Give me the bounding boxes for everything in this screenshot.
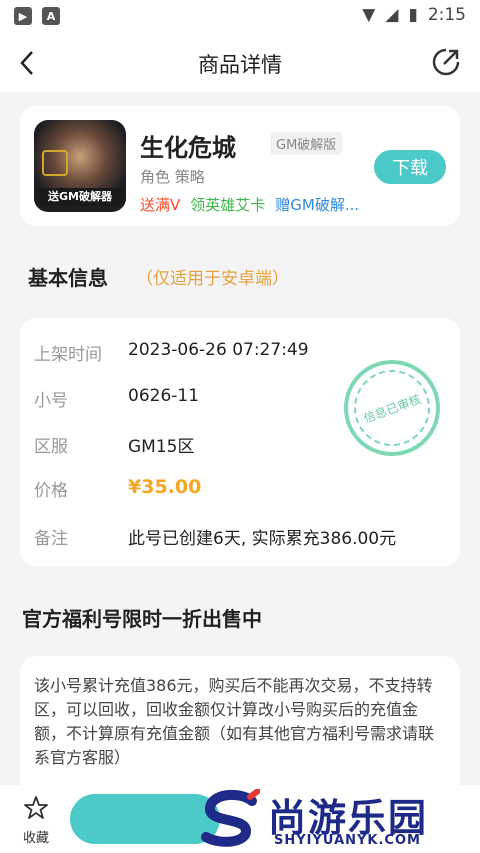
status-bar: ▶ A ▼ ◢ ▮ 2:15 [0, 0, 480, 34]
wifi-icon: ▼ [362, 5, 376, 25]
info-label: 价格 [34, 481, 68, 501]
favorite-button[interactable]: 收藏 [16, 795, 56, 846]
perk-item: 领英雄艾卡 [190, 196, 266, 214]
perk-list: 送满V 领英雄艾卡 赠GM破解... [140, 194, 359, 215]
perk-item: 送满V [140, 196, 181, 214]
info-value: 此号已创建6天, 实际累充386.00元 [128, 529, 397, 549]
game-icon: 送GM破解器 [34, 120, 126, 212]
game-genre: 角色 策略 [140, 168, 205, 186]
favorite-label: 收藏 [22, 831, 49, 846]
info-card: 上架时间 2023-06-26 07:27:49 小号 0626-11 区服 G… [20, 318, 460, 566]
bottom-bar: 收藏 尚游乐园 SHYIYUANYK.COM [0, 785, 480, 853]
perk-item: 赠GM破解... [275, 196, 360, 214]
watermark: 尚游乐园 SHYIYUANYK.COM [200, 785, 480, 853]
shield-icon: ▶ [14, 7, 32, 25]
basic-info-subtitle: （仅适用于安卓端） [136, 269, 289, 289]
price-value: ¥35.00 [128, 476, 202, 498]
watermark-url: SHYIYUANYK.COM [274, 833, 421, 848]
description-text: 该小号累计充值386元，购买后不能再次交易，不支持转区，可以回收，回收金额仅计算… [34, 676, 435, 767]
info-label: 区服 [34, 437, 68, 457]
game-card[interactable]: 送GM破解器 生化危城 GM破解版 角色 策略 送满V 领英雄艾卡 赠GM破解.… [20, 106, 460, 226]
verified-stamp: 信息已审核 [343, 359, 441, 457]
signal-icon: ◢ [385, 5, 399, 25]
info-label: 上架时间 [34, 345, 102, 365]
welfare-title: 官方福利号限时一折出售中 [22, 607, 262, 631]
basic-info-title: 基本信息 [28, 266, 108, 290]
info-label: 小号 [34, 391, 68, 411]
description-card: 该小号累计充值386元，购买后不能再次交易，不支持转区，可以回收，回收金额仅计算… [20, 656, 460, 796]
status-time: 2:15 [427, 5, 466, 25]
info-value: GM15区 [128, 437, 195, 457]
star-icon [24, 796, 48, 819]
download-button[interactable]: 下载 [374, 150, 446, 184]
page-title: 商品详情 [198, 53, 282, 77]
game-tag: GM破解版 [270, 132, 343, 155]
game-icon-banner: 送GM破解器 [34, 188, 126, 206]
app-a-icon: A [42, 7, 60, 25]
game-name: 生化危城 [140, 134, 236, 162]
info-value: 2023-06-26 07:27:49 [128, 340, 309, 360]
share-icon[interactable] [430, 46, 462, 78]
buy-button[interactable] [70, 794, 220, 844]
info-value: 0626-11 [128, 386, 200, 406]
nav-bar: 商品详情 [0, 34, 480, 92]
info-label: 备注 [34, 529, 68, 549]
verified-stamp-text: 信息已审核 [343, 359, 441, 457]
watermark-logo-icon [201, 789, 260, 847]
battery-icon: ▮ [408, 5, 418, 25]
